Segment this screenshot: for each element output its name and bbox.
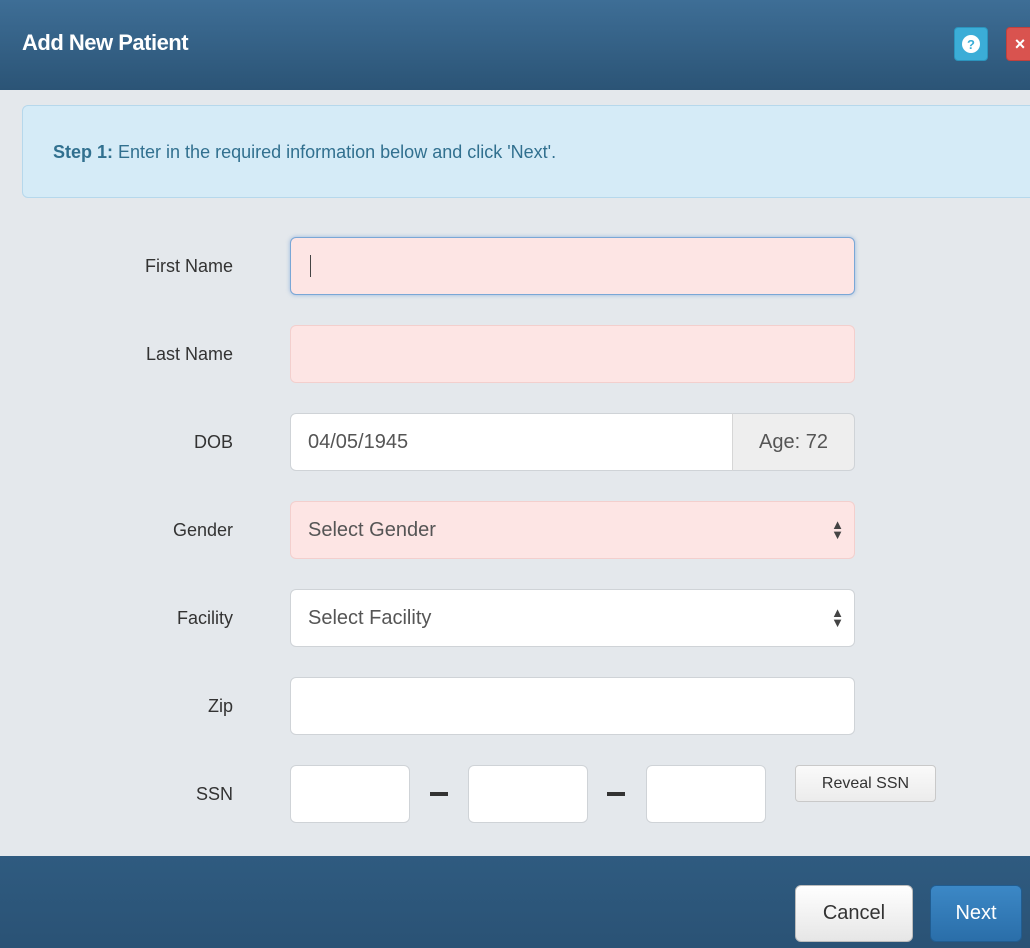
- facility-selected: Select Facility: [308, 606, 432, 629]
- info-alert: Step 1: Enter in the required informatio…: [22, 105, 1030, 198]
- ssn-dash: [430, 792, 448, 796]
- ssn-part2-input[interactable]: [468, 765, 588, 823]
- dob-label: DOB: [193, 432, 233, 452]
- cancel-button[interactable]: Cancel: [795, 885, 913, 942]
- ssn-part1-input[interactable]: [290, 765, 410, 823]
- gender-select[interactable]: Select Gender ▲ ▼: [290, 501, 855, 559]
- last-name-label: Last Name: [145, 344, 233, 364]
- gender-label: Gender: [172, 520, 233, 540]
- gender-selected: Select Gender: [308, 518, 436, 541]
- age-addon: Age: 72: [732, 413, 855, 471]
- ssn-label: SSN: [195, 784, 233, 804]
- dialog-title: Add New Patient: [22, 30, 189, 55]
- reveal-ssn-button[interactable]: Reveal SSN: [795, 765, 936, 802]
- facility-select[interactable]: Select Facility ▲ ▼: [290, 589, 855, 647]
- alert-message: Step 1: Enter in the required informatio…: [53, 142, 556, 163]
- dob-input[interactable]: 04/05/1945: [290, 413, 733, 471]
- select-arrows-icon: ▲ ▼: [831, 605, 844, 630]
- dob-value: 04/05/1945: [308, 430, 409, 453]
- text-caret: [310, 255, 311, 277]
- facility-label: Facility: [176, 608, 233, 628]
- zip-label: Zip: [207, 696, 233, 716]
- last-name-input[interactable]: [290, 325, 855, 383]
- help-button[interactable]: ?: [954, 27, 988, 61]
- dialog-header: Add New Patient ? ×: [0, 0, 1030, 90]
- ssn-dash: [607, 792, 625, 796]
- first-name-label: First Name: [144, 256, 233, 276]
- question-icon: ?: [962, 35, 980, 53]
- ssn-part3-input[interactable]: [646, 765, 766, 823]
- step-instructions: Enter in the required information below …: [113, 142, 557, 162]
- step-label: Step 1:: [53, 142, 114, 162]
- close-button[interactable]: ×: [1006, 27, 1030, 61]
- next-button[interactable]: Next: [930, 885, 1022, 942]
- close-icon: ×: [1014, 33, 1026, 54]
- first-name-input[interactable]: [290, 237, 855, 295]
- select-arrows-icon: ▲ ▼: [831, 517, 844, 542]
- zip-input[interactable]: [290, 677, 855, 735]
